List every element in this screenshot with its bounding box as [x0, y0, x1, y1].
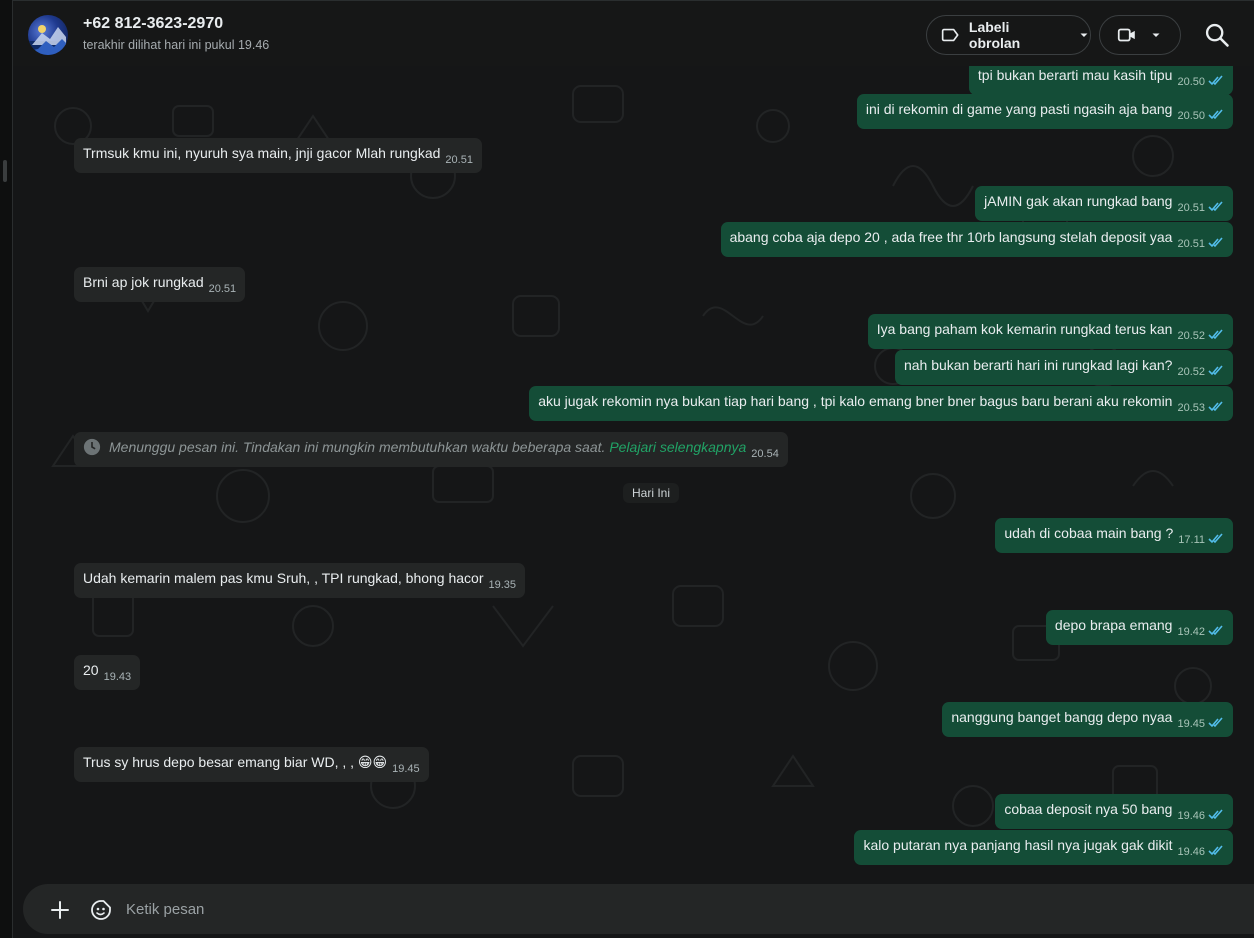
message-time: 19.43: [103, 671, 132, 683]
chevron-down-icon: [1080, 33, 1088, 37]
message-list[interactable]: tpi bukan berarti mau kasih tipu 20.50 in…: [13, 66, 1254, 883]
message-outgoing[interactable]: aku jugak rekomin nya bukan tiap hari ba…: [529, 386, 1233, 421]
message-text: nah bukan berarti hari ini rungkad lagi …: [903, 357, 1173, 373]
message-text: nanggung banget bangg depo nyaa: [951, 709, 1173, 725]
message-text: abang coba aja depo 20 , ada free thr 10…: [729, 229, 1173, 245]
message-time: 20.52: [1177, 366, 1205, 378]
message-text: kalo putaran nya panjang hasil nya jugak…: [863, 837, 1173, 853]
message-text: ini di rekomin di game yang pasti ngasih…: [865, 101, 1173, 117]
read-ticks-icon: [1208, 845, 1223, 855]
message-outgoing[interactable]: depo brapa emang 19.42: [1045, 610, 1233, 645]
message-outgoing[interactable]: kalo putaran nya panjang hasil nya jugak…: [854, 830, 1233, 865]
message-outgoing[interactable]: nanggung banget bangg depo nyaa 19.45: [942, 702, 1233, 737]
read-ticks-icon: [1208, 75, 1223, 85]
read-ticks-icon: [1208, 201, 1223, 211]
video-call-button[interactable]: [1099, 15, 1181, 55]
message-time: 20.52: [1177, 330, 1205, 342]
composer-box: [23, 884, 1254, 934]
message-time: 17.11: [1178, 534, 1205, 546]
message-text: depo brapa emang: [1054, 617, 1173, 633]
message-time: 20.50: [1177, 110, 1205, 122]
message-time: 20.51: [445, 154, 473, 166]
message-time: 20.51: [1177, 238, 1205, 250]
message-time: 20.51: [208, 283, 237, 295]
avatar[interactable]: [28, 15, 68, 55]
message-outgoing[interactable]: jAMIN gak akan rungkad bang 20.51: [975, 186, 1233, 221]
message-outgoing[interactable]: abang coba aja depo 20 , ada free thr 10…: [720, 222, 1233, 257]
message-time: 19.35: [488, 579, 517, 591]
label-chat-text: Labeli obrolan: [968, 19, 1021, 51]
message-input[interactable]: [126, 894, 726, 924]
video-icon: [1117, 28, 1135, 42]
message-text: aku jugak rekomin nya bukan tiap hari ba…: [538, 393, 1173, 409]
message-time: 20.51: [1177, 202, 1205, 214]
message-outgoing[interactable]: Iya bang paham kok kemarin rungkad terus…: [867, 314, 1233, 349]
message-text: 20: [83, 662, 99, 678]
message-text: cobaa deposit nya 50 bang: [1004, 801, 1173, 817]
read-ticks-icon: [1208, 365, 1223, 375]
sticker-icon[interactable]: [89, 898, 113, 922]
message-time: 20.50: [1177, 76, 1205, 88]
chevron-down-icon: [1152, 33, 1160, 37]
clock-icon: [83, 439, 101, 456]
read-ticks-icon: [1208, 717, 1223, 727]
message-text: tpi bukan berarti mau kasih tipu: [977, 67, 1173, 83]
message-time: 20.54: [751, 448, 779, 460]
message-text: Udah kemarin malem pas kmu Sruh, , TPI r…: [83, 570, 484, 586]
message-outgoing[interactable]: ini di rekomin di game yang pasti ngasih…: [856, 94, 1233, 129]
plus-icon[interactable]: [49, 899, 71, 921]
read-ticks-icon: [1208, 401, 1223, 411]
left-scrollbar[interactable]: [3, 160, 7, 182]
chat-header: +62 812-3623-2970 terakhir dilihat hari …: [13, 0, 1254, 66]
message-time: 19.46: [1177, 846, 1205, 858]
left-edge-panel: [0, 0, 13, 938]
message-text: udah di cobaa main bang ?: [1004, 525, 1174, 541]
message-outgoing[interactable]: nah bukan berarti hari ini rungkad lagi …: [894, 350, 1233, 385]
message-time: 19.45: [1177, 718, 1205, 730]
message-incoming[interactable]: Trus sy hrus depo besar emang biar WD, ,…: [74, 747, 429, 782]
label-chat-button[interactable]: Labeli obrolan: [926, 15, 1091, 55]
message-incoming[interactable]: Trmsuk kmu ini, nyuruh sya main, jnji ga…: [74, 138, 482, 173]
read-ticks-icon: [1208, 109, 1223, 119]
learn-more-link[interactable]: Pelajari selengkapnya: [609, 439, 746, 455]
message-text: Trmsuk kmu ini, nyuruh sya main, jnji ga…: [83, 145, 441, 161]
waiting-message-notice: Menunggu pesan ini. Tindakan ini mungkin…: [74, 432, 788, 467]
last-seen-status: terakhir dilihat hari ini pukul 19.46: [83, 38, 270, 52]
message-time: 19.42: [1177, 626, 1205, 638]
message-incoming[interactable]: Brni ap jok rungkad 20.51: [74, 267, 246, 302]
message-time: 19.45: [392, 763, 420, 775]
message-text: jAMIN gak akan rungkad bang: [984, 193, 1173, 209]
message-outgoing[interactable]: cobaa deposit nya 50 bang 19.46: [995, 794, 1233, 829]
read-ticks-icon: [1208, 329, 1223, 339]
message-incoming[interactable]: Udah kemarin malem pas kmu Sruh, , TPI r…: [74, 563, 526, 598]
read-ticks-icon: [1208, 809, 1223, 819]
read-ticks-icon: [1208, 625, 1223, 635]
message-outgoing[interactable]: tpi bukan berarti mau kasih tipu 20.50: [968, 66, 1233, 95]
whatsapp-window: +62 812-3623-2970 terakhir dilihat hari …: [0, 0, 1254, 938]
message-text: Brni ap jok rungkad: [83, 274, 204, 290]
message-outgoing[interactable]: udah di cobaa main bang ? 17.11: [995, 518, 1233, 553]
message-text: Trus sy hrus depo besar emang biar WD, ,…: [83, 754, 388, 770]
read-ticks-icon: [1208, 533, 1223, 543]
waiting-text: Menunggu pesan ini. Tindakan ini mungkin…: [109, 439, 606, 455]
search-icon[interactable]: [1203, 21, 1231, 49]
contact-name[interactable]: +62 812-3623-2970: [83, 14, 269, 34]
day-divider: Hari Ini: [623, 483, 680, 503]
message-text: Iya bang paham kok kemarin rungkad terus…: [876, 321, 1173, 337]
composer-bar: [13, 883, 1254, 938]
message-incoming[interactable]: 20 19.43: [74, 655, 141, 690]
message-time: 19.46: [1177, 810, 1205, 822]
read-ticks-icon: [1208, 237, 1223, 247]
label-icon: [941, 28, 959, 42]
message-time: 20.53: [1177, 402, 1205, 414]
